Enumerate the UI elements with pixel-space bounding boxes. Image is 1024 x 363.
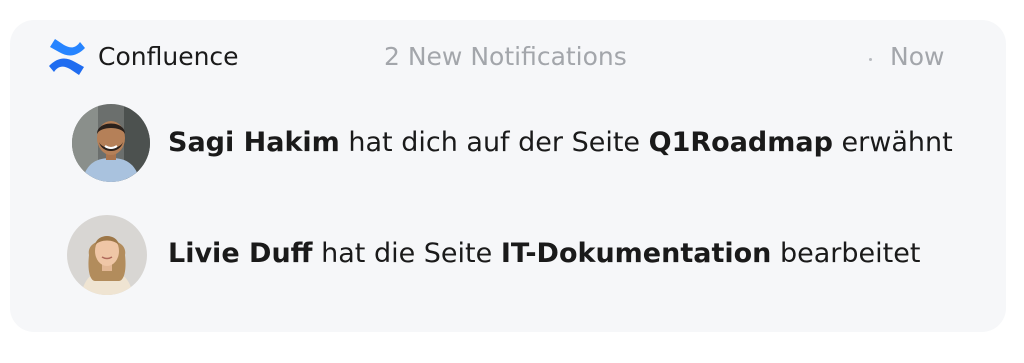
confluence-logo-icon [47, 38, 87, 76]
notification-text: Livie Duff hat die Seite IT-Dokumentatio… [168, 237, 920, 271]
timestamp: Now [890, 42, 945, 71]
notification-header: Confluence 2 New Notifications Now [10, 20, 1006, 96]
notification-text: Sagi Hakim hat dich auf der Seite Q1Road… [168, 126, 953, 160]
page-link[interactable]: IT-Dokumentation [501, 238, 772, 269]
action-text: hat dich auf der Seite [339, 127, 649, 158]
app-name: Confluence [98, 42, 239, 71]
notification-item[interactable]: Sagi Hakim hat dich auf der Seite Q1Road… [10, 102, 1006, 192]
actor-name[interactable]: Livie Duff [168, 238, 313, 269]
notification-item[interactable]: Livie Duff hat die Seite IT-Dokumentatio… [10, 212, 1006, 302]
avatar-woman-icon [67, 215, 147, 295]
notification-card[interactable]: Confluence 2 New Notifications Now Sagi … [10, 20, 1006, 332]
actor-name[interactable]: Sagi Hakim [168, 127, 340, 158]
page-link[interactable]: Q1Roadmap [649, 127, 833, 158]
avatar-man-icon [72, 104, 150, 182]
action-text: erwähnt [832, 127, 953, 158]
separator-dot [869, 58, 872, 61]
action-text: hat die Seite [312, 238, 501, 269]
action-text: bearbeitet [771, 238, 921, 269]
notification-count: 2 New Notifications [384, 42, 627, 71]
